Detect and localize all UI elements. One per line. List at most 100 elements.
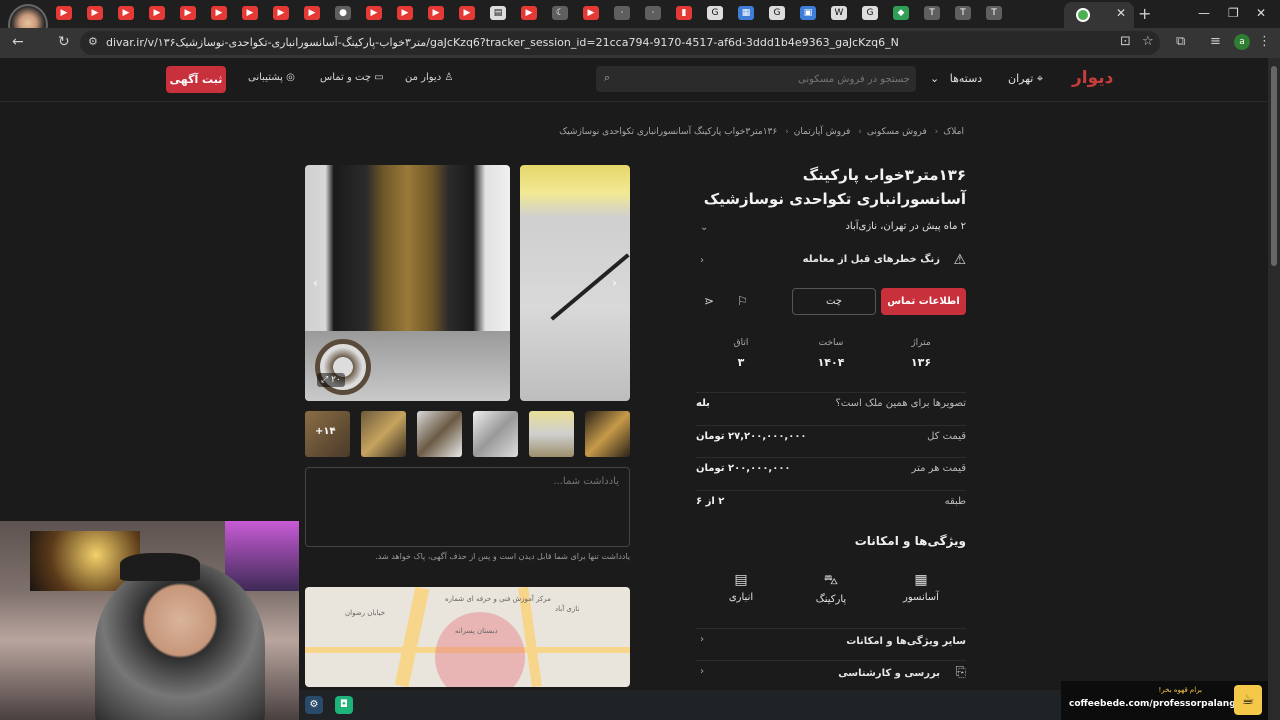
google-tab-icon[interactable]: G (862, 6, 878, 20)
more-features-row[interactable]: سایر ویژگی‌ها و امکانات ‹ (696, 628, 966, 652)
search-box[interactable]: ⌕ (596, 66, 916, 92)
youtube-tab-icon[interactable]: ▶ (304, 6, 320, 20)
chevron-down-icon[interactable]: ⌄ (700, 222, 708, 233)
youtube-tab-icon[interactable]: ▶ (521, 6, 537, 20)
steam-icon[interactable]: ⚙ (305, 696, 323, 714)
photo-stripe (550, 253, 630, 321)
youtube-tab-icon[interactable]: ▶ (87, 6, 103, 20)
elevator-icon: ▦ (914, 572, 928, 588)
tab-icon[interactable]: ● (335, 6, 351, 20)
map-road (394, 587, 430, 687)
window-close-icon[interactable]: ✕ (1256, 6, 1266, 20)
youtube-tab-icon[interactable]: ▶ (211, 6, 227, 20)
contact-info-button[interactable]: اطلاعات تماس (881, 288, 966, 315)
thumbnail[interactable] (361, 411, 406, 457)
gallery-prev-arrow-icon[interactable]: ‹ (313, 276, 318, 290)
my-divar-link[interactable]: دیوار من ♙ (405, 72, 453, 83)
document-tab-icon[interactable]: ▤ (490, 6, 506, 20)
youtube-tab-icon[interactable]: ▶ (56, 6, 72, 20)
youtube-tab-icon[interactable]: ▶ (583, 6, 599, 20)
youtube-tab-icon[interactable]: ▶ (273, 6, 289, 20)
moon-tab-icon[interactable]: ☾ (552, 6, 568, 20)
tab-icon[interactable]: · (614, 6, 630, 20)
chevron-down-icon: ⌄ (930, 72, 940, 85)
maximize-icon[interactable]: ❐ (1228, 6, 1239, 20)
breadcrumb-item[interactable]: املاک (943, 127, 964, 137)
bookmark-star-icon[interactable]: ☆ (1142, 34, 1154, 49)
chat-link[interactable]: چت و تماس ▭ (320, 72, 384, 83)
new-tab-button[interactable]: + (1138, 4, 1151, 23)
tab-icon[interactable]: · (645, 6, 661, 20)
menu-icon[interactable]: ⋮ (1258, 34, 1271, 49)
coffee-cup-icon: ☕ (1234, 685, 1262, 715)
close-tab-icon[interactable]: ✕ (1116, 6, 1126, 20)
thumbnail[interactable] (529, 411, 574, 457)
active-tab[interactable]: ✕ (1064, 2, 1134, 28)
note-textarea[interactable] (319, 476, 619, 536)
stat-year-built: ساخت ۱۴۰۴ (786, 338, 876, 369)
gallery-next-arrow-icon[interactable]: › (612, 276, 617, 290)
wiki-tab-icon[interactable]: W (831, 6, 847, 20)
tab-icon[interactable]: T (924, 6, 940, 20)
map-label: خیابان رضوان (345, 609, 386, 617)
install-icon[interactable]: ⊡ (1120, 34, 1131, 49)
city-selector[interactable]: ⌖ تهران (1008, 72, 1043, 86)
thumbnail[interactable] (585, 411, 630, 457)
site-info-icon[interactable]: ⚙ (88, 35, 98, 48)
youtube-tab-icon[interactable]: ▶ (397, 6, 413, 20)
ad-subtitle: ۲ ماه پیش در تهران، نازی‌آباد (845, 221, 966, 232)
url-text[interactable]: divar.ir/v/۱۳۶متر۳خواب-پارکینگ-آسانسوران… (106, 36, 1126, 49)
media-icon[interactable]: ≡ (1210, 34, 1221, 49)
grid-tab-icon[interactable]: ▦ (738, 6, 754, 20)
image-tab-icon[interactable]: ▣ (800, 6, 816, 20)
youtube-tab-icon[interactable]: ▶ (428, 6, 444, 20)
divar-logo[interactable]: دیوار (1072, 68, 1113, 88)
url-field[interactable]: ⚙ divar.ir/v/۱۳۶متر۳خواب-پارکینگ-آسانسور… (80, 31, 1160, 55)
detail-label: تصویرها برای همین ملک است؟ (835, 398, 966, 409)
post-ad-button[interactable]: ثبت آگهی (166, 66, 226, 93)
breadcrumb-item[interactable]: فروش مسکونی (867, 127, 927, 137)
google-tab-icon[interactable]: G (769, 6, 785, 20)
thumbnail[interactable] (473, 411, 518, 457)
gallery-main-image[interactable]: ⤢ ۲۰ (305, 165, 510, 401)
reload-icon[interactable]: ↻ (58, 34, 70, 50)
review-row[interactable]: ⎘ بررسی و کارشناسی ‹ (696, 660, 966, 684)
app-icon[interactable]: ◘ (335, 696, 353, 714)
minimize-icon[interactable]: — (1198, 6, 1210, 20)
note-box (305, 467, 630, 547)
youtube-tab-icon[interactable]: ▶ (149, 6, 165, 20)
youtube-tab-icon[interactable]: ▶ (118, 6, 134, 20)
bookmark-icon[interactable]: ⚐ (737, 294, 748, 308)
shield-tab-icon[interactable]: ◆ (893, 6, 909, 20)
chat-bubble-icon: ▭ (374, 72, 384, 83)
youtube-tab-icon[interactable]: ▶ (459, 6, 475, 20)
tab-icon[interactable]: T (986, 6, 1002, 20)
warning-row[interactable]: ⚠ زنگ خطرهای قبل از معامله ‹ (696, 252, 966, 272)
search-input[interactable] (620, 70, 910, 88)
chart-tab-icon[interactable]: ▮ (676, 6, 692, 20)
tab-icon[interactable]: T (955, 6, 971, 20)
categories-menu[interactable]: ⌄ دسته‌ها (930, 72, 982, 85)
breadcrumb-item[interactable]: فروش آپارتمان (794, 127, 851, 137)
youtube-tab-icon[interactable]: ▶ (242, 6, 258, 20)
extensions-icon[interactable]: ⧉ (1176, 34, 1185, 49)
support-link[interactable]: پشتیبانی ◎ (248, 72, 295, 83)
thumbnail[interactable] (417, 411, 462, 457)
detail-value: ۲۰۰,۰۰۰,۰۰۰ تومان (696, 463, 791, 474)
storage-icon: ▤ (734, 572, 748, 588)
youtube-tab-icon[interactable]: ▶ (180, 6, 196, 20)
taskbar: ⚙ ◘ (299, 690, 1061, 720)
scrollbar-thumb[interactable] (1271, 66, 1277, 266)
page-scrollbar[interactable] (1268, 58, 1280, 720)
youtube-tab-icon[interactable]: ▶ (366, 6, 382, 20)
image-count-badge[interactable]: ⤢ ۲۰ (317, 373, 345, 387)
profile-avatar[interactable]: a (1234, 34, 1250, 50)
coffee-title: برام قهوه بخر! (1158, 686, 1202, 694)
share-icon[interactable]: ⋖ (704, 294, 714, 308)
google-tab-icon[interactable]: G (707, 6, 723, 20)
location-map[interactable]: مرکز آموزش فنی و حرفه ای شماره دبستان پس… (305, 587, 630, 687)
chat-button[interactable]: چت (792, 288, 876, 315)
thumbnail-more[interactable]: +۱۴ (305, 411, 350, 457)
back-icon[interactable]: ← (12, 34, 24, 50)
chevron-left-icon: ‹ (858, 127, 862, 137)
